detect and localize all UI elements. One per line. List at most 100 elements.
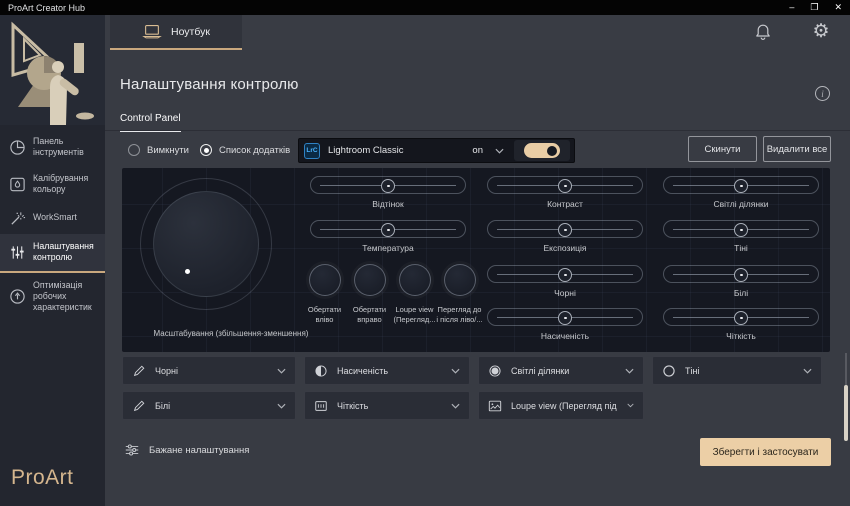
scrollbar-thumb[interactable]: [844, 385, 848, 441]
laptop-icon: [142, 24, 162, 39]
chevron-down-icon[interactable]: [495, 148, 504, 154]
gear-icon[interactable]: ⚙: [811, 22, 831, 42]
slider-knob[interactable]: [558, 223, 572, 237]
slider-knob[interactable]: [558, 268, 572, 282]
window-title: ProArt Creator Hub: [8, 3, 85, 13]
slider-track[interactable]: [487, 265, 643, 283]
radio-circle-selected[interactable]: [200, 144, 212, 156]
reset-button[interactable]: Скинути: [688, 136, 757, 162]
sidebar-item-worksmart[interactable]: WorkSmart: [0, 203, 105, 234]
slider-exposure[interactable]: Експозиція: [487, 220, 643, 253]
function-dropdown-grid: Чорні Насиченість Світлі ділянки: [122, 356, 830, 420]
app-enabled-toggle[interactable]: [524, 143, 560, 158]
save-apply-button[interactable]: Зберегти і застосувати: [700, 438, 831, 466]
knob-label: вліво: [308, 315, 341, 325]
zoom-dial[interactable]: Масштабування (збільшення-зменшення): [140, 178, 272, 310]
slider-saturation[interactable]: Насиченість: [487, 308, 643, 341]
slider-track[interactable]: [663, 308, 819, 326]
slider-knob[interactable]: [734, 268, 748, 282]
slider-clarity[interactable]: Чіткість: [663, 308, 819, 341]
slider-highlights[interactable]: Світлі ділянки: [663, 176, 819, 209]
slider-contrast[interactable]: Контраст: [487, 176, 643, 209]
pencil-icon: [132, 399, 146, 413]
sidebar-item-dashboard[interactable]: Панель інструментів: [0, 129, 105, 166]
content: Налаштування контролю i Control Panel Ви…: [105, 50, 850, 506]
slider-knob[interactable]: [381, 223, 395, 237]
slider-temperature[interactable]: Температура: [310, 220, 466, 253]
app-selector[interactable]: LrC Lightroom Classic on: [298, 138, 575, 163]
slider-hue[interactable]: Відтінок: [310, 176, 466, 209]
radio-label: Вимкнути: [147, 145, 189, 156]
close-button[interactable]: ✕: [834, 3, 842, 12]
dropdown-clarity[interactable]: Чіткість: [304, 391, 470, 420]
radio-label: Список додатків: [219, 145, 290, 156]
slider-track[interactable]: [663, 176, 819, 194]
device-tab-bar: Ноутбук ⚙: [105, 15, 850, 50]
rotate-left-button[interactable]: Обертативліво: [302, 264, 347, 325]
zoom-dial-knob[interactable]: [153, 191, 259, 297]
slider-knob[interactable]: [734, 223, 748, 237]
slider-label: Контраст: [487, 199, 643, 209]
proart-creator-hub-window: ProArt Creator Hub – ❐ ✕: [0, 0, 850, 506]
proart-logo: ProArt: [11, 466, 74, 490]
slider-knob[interactable]: [381, 179, 395, 193]
sidebar-item-label: Панель інструментів: [33, 136, 99, 159]
slider-whites[interactable]: Білі: [663, 265, 819, 298]
tab-laptop[interactable]: Ноутбук: [110, 15, 242, 50]
dropdown-blacks[interactable]: Чорні: [122, 356, 296, 385]
dashboard-icon: [9, 139, 26, 156]
knob-label: Обертати: [353, 305, 386, 315]
slider-track[interactable]: [487, 308, 643, 326]
dropdown-highlights[interactable]: Світлі ділянки: [478, 356, 644, 385]
rotate-right-button[interactable]: Обертативправо: [347, 264, 392, 325]
slider-shadows[interactable]: Тіні: [663, 220, 819, 253]
control-sliders-icon: [9, 244, 26, 261]
slider-knob[interactable]: [734, 311, 748, 325]
slider-track[interactable]: [663, 220, 819, 238]
preference-settings[interactable]: Бажане налаштування: [124, 443, 249, 457]
titlebar: ProArt Creator Hub – ❐ ✕: [0, 0, 850, 15]
dial-label: Масштабування (збільшення-зменшення): [133, 329, 329, 338]
slider-label: Чорні: [487, 288, 643, 298]
dropdown-shadows[interactable]: Тіні: [652, 356, 822, 385]
slider-knob[interactable]: [734, 179, 748, 193]
dropdown-loupe-view[interactable]: Loupe view (Перегляд під лупою): [478, 391, 644, 420]
sidebar-item-performance-optimization[interactable]: Оптимізація робочих характеристик: [0, 273, 105, 321]
radio-app-list[interactable]: Список додатків: [200, 144, 290, 156]
slider-track[interactable]: [487, 220, 643, 238]
slider-knob[interactable]: [558, 311, 572, 325]
app-state: on: [472, 145, 483, 156]
knob-circle[interactable]: [309, 264, 341, 296]
dropdown-saturation[interactable]: Насиченість: [304, 356, 470, 385]
knob-circle[interactable]: [444, 264, 476, 296]
slider-blacks[interactable]: Чорні: [487, 265, 643, 298]
dropdown-label: Насиченість: [337, 366, 388, 376]
chevron-down-icon: [277, 368, 286, 374]
dropdown-label: Білі: [155, 401, 170, 411]
slider-track[interactable]: [487, 176, 643, 194]
loupe-view-button[interactable]: Loupe view(Перегляд...: [392, 264, 437, 325]
radio-disable[interactable]: Вимкнути: [128, 144, 189, 156]
maximize-button[interactable]: ❐: [810, 3, 818, 12]
slider-track[interactable]: [310, 220, 466, 238]
slider-track[interactable]: [663, 265, 819, 283]
bell-icon[interactable]: [753, 22, 773, 42]
radio-circle[interactable]: [128, 144, 140, 156]
chevron-down-icon: [803, 368, 812, 374]
filled-circle-icon: [488, 364, 502, 378]
slider-knob[interactable]: [558, 179, 572, 193]
dropdown-whites[interactable]: Білі: [122, 391, 296, 420]
sidebar-item-color-calibration[interactable]: Калібрування кольору: [0, 166, 105, 203]
contrast-icon: [314, 364, 328, 378]
delete-all-button[interactable]: Видалити все: [763, 136, 831, 162]
knob-circle[interactable]: [399, 264, 431, 296]
knob-label: (Перегляд...: [393, 315, 435, 325]
minimize-button[interactable]: –: [789, 3, 794, 12]
sidebar-item-control-settings[interactable]: Налаштування контролю: [0, 234, 105, 273]
outline-circle-icon: [662, 364, 676, 378]
before-after-view-button[interactable]: Перегляд доі після ліво/...: [437, 264, 482, 325]
info-icon[interactable]: i: [815, 86, 830, 101]
sidebar-item-label: Налаштування контролю: [33, 241, 99, 264]
knob-circle[interactable]: [354, 264, 386, 296]
slider-track[interactable]: [310, 176, 466, 194]
